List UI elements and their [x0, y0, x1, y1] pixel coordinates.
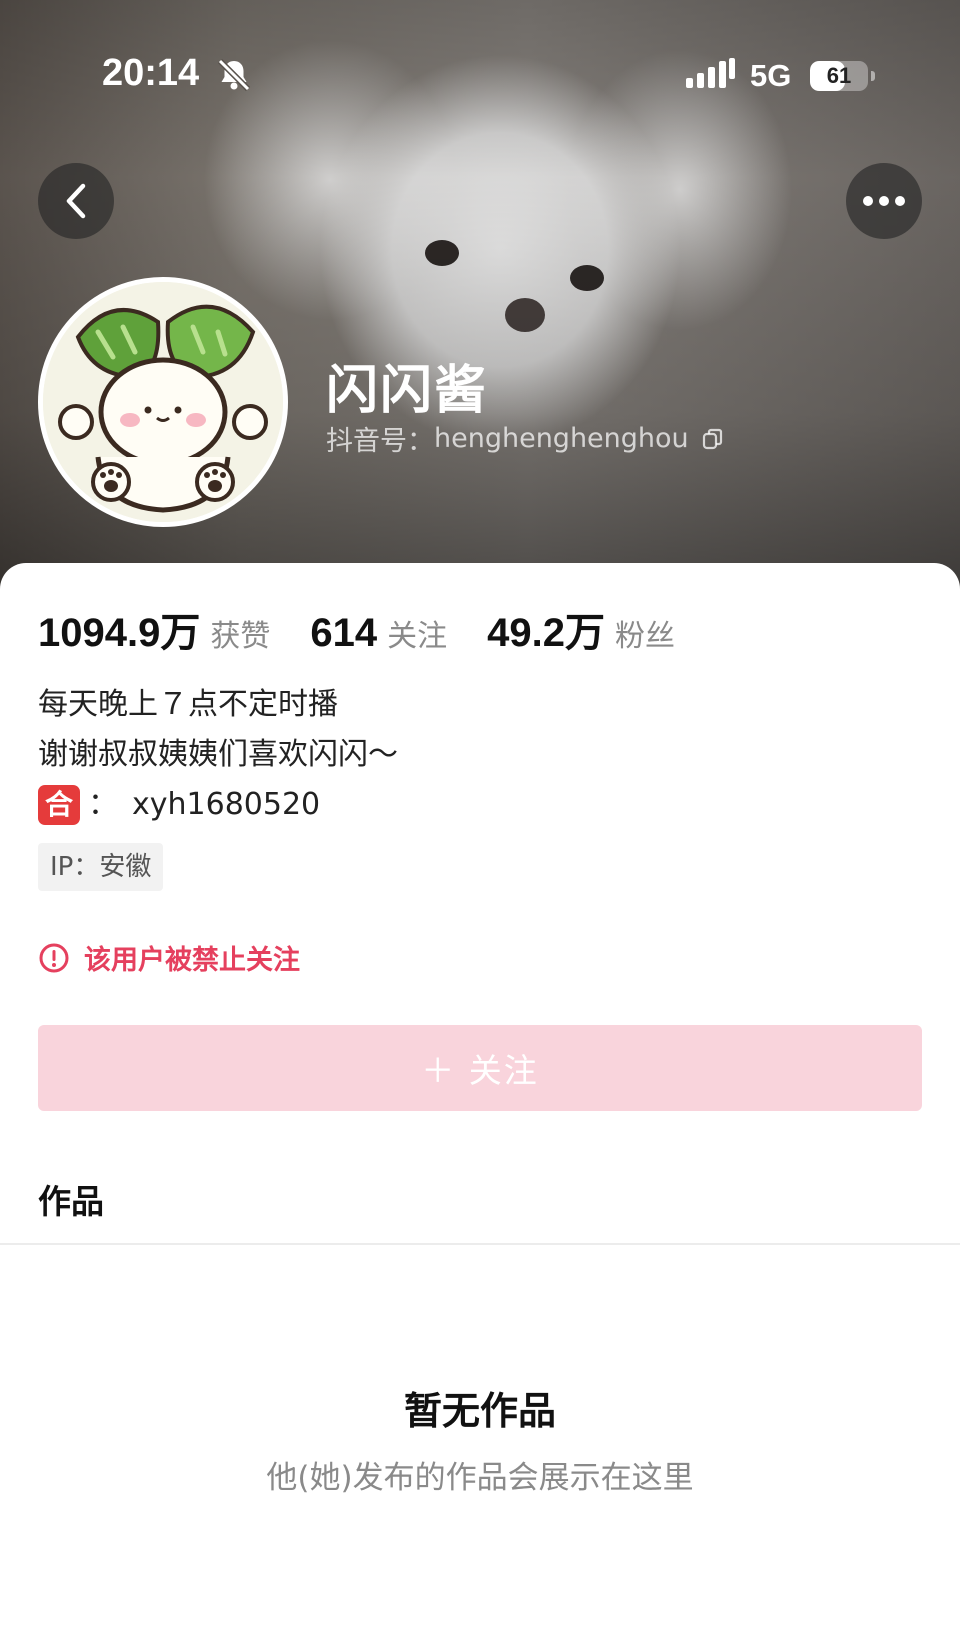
more-options-button[interactable] — [846, 163, 922, 239]
following-label[interactable]: 关注 — [387, 611, 447, 655]
contact-value: xyh1680520 — [132, 787, 321, 822]
followers-count[interactable]: 49.2万 — [487, 600, 605, 658]
stats-row: 1094.9万 获赞 614 关注 49.2万 粉丝 — [38, 600, 675, 658]
network-type: 5G — [750, 58, 792, 93]
follow-button[interactable]: ＋ 关注 — [38, 1025, 922, 1111]
bio-line-2: 谢谢叔叔姨姨们喜欢闪闪～ — [38, 737, 398, 772]
avatar[interactable] — [38, 277, 288, 527]
warning-circle-icon — [39, 943, 69, 972]
ban-notice: 该用户被禁止关注 — [38, 938, 300, 977]
back-button[interactable] — [38, 163, 114, 239]
ban-notice-text: 该用户被禁止关注 — [84, 945, 300, 976]
bio-line-1: 每天晚上７点不定时播 — [38, 687, 338, 722]
empty-state-title: 暂无作品 — [403, 1389, 556, 1433]
avatar-illustration — [43, 282, 283, 522]
chevron-left-icon — [66, 183, 86, 219]
ip-location-tag: IP：安徽 — [38, 843, 164, 891]
account-id-row[interactable]: 抖音号： henghenghenghou — [326, 419, 725, 458]
copy-icon[interactable] — [701, 427, 725, 451]
cooperation-badge-icon: 合 — [38, 785, 80, 825]
likes-count: 1094.9万 — [38, 611, 201, 655]
battery-level: 61 — [826, 63, 852, 88]
following-count[interactable]: 614 — [310, 611, 377, 656]
signal-icon — [686, 58, 735, 88]
profile-bio: 每天晚上７点不定时播 谢谢叔叔姨姨们喜欢闪闪～ 合 ： xyh1680520 — [38, 680, 398, 830]
tab-works[interactable]: 作品 — [38, 1175, 104, 1223]
more-dots-icon — [863, 196, 905, 206]
contact-separator: ： — [88, 787, 118, 822]
battery-tip — [871, 71, 875, 81]
tab-divider — [0, 1243, 960, 1245]
battery-indicator: 61 — [810, 61, 868, 91]
account-id-label: 抖音号： — [326, 426, 434, 457]
likes-label: 获赞 — [210, 619, 271, 654]
followers-label[interactable]: 粉丝 — [615, 611, 675, 655]
bell-muted-icon — [217, 58, 251, 92]
profile-nickname: 闪闪酱 — [326, 361, 489, 421]
bio-contact-line: 合 ： xyh1680520 — [38, 780, 398, 830]
status-time: 20:14 — [102, 52, 200, 94]
account-id-value: henghenghenghou — [434, 423, 689, 454]
empty-state-subtitle: 他(她)发布的作品会展示在这里 — [266, 1460, 694, 1496]
